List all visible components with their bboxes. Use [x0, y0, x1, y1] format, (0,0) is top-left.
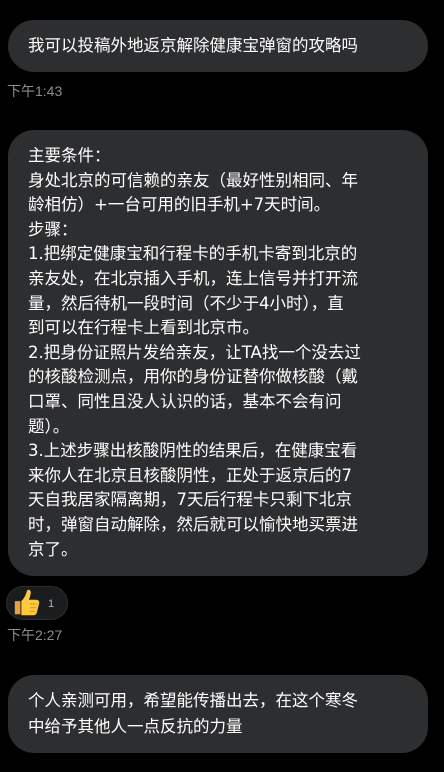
message-bubble-closing[interactable]: 个人亲测可用，希望能传播出去，在这个寒冬 中给予其他人一点反抗的力量 — [8, 675, 428, 753]
message-line: 龄相仿）+一台可用的旧手机+7天时间。 — [28, 195, 331, 215]
message-bubble-question[interactable]: 我可以投稿外地返京解除健康宝弹窗的攻略吗 — [8, 20, 428, 72]
message-line: 量，然后待机一段时间（不少于4小时），直 — [28, 293, 344, 313]
message-line: 1.把绑定健康宝和行程卡的手机卡寄到北京的 — [28, 244, 358, 264]
message-line: 2.把身份证照片发给亲友，让TA找一个没去过 — [28, 342, 361, 362]
message-text: 我可以投稿外地返京解除健康宝弹窗的攻略吗 — [28, 36, 358, 55]
message-line: 3.上述步骤出核酸阴性的结果后，在健康宝看 — [28, 441, 358, 461]
message-line: 题）。 — [28, 416, 70, 436]
message-line: 口罩、同性且没人认识的话，基本不会有问 — [28, 391, 342, 411]
message-line: 的核酸检测点，用你的身份证替你做核酸（戴 — [28, 367, 358, 387]
message-timestamp: 下午2:27 — [7, 627, 63, 643]
message-line: 时，弹窗自动解除，然后就可以愉快地买票进 — [28, 514, 358, 534]
message-line: 主要条件： — [28, 146, 111, 165]
thumbs-up-icon — [14, 589, 40, 616]
message-line: 来你人在北京且核酸阴性，正处于返京后的7 — [28, 465, 352, 485]
message-line: 个人亲测可用，希望能传播出去，在这个寒冬 — [28, 691, 358, 710]
message-bubble-guide[interactable]: 主要条件： 身处北京的可信赖的亲友（最好性别相同、年 龄相仿）+一台可用的旧手机… — [8, 130, 428, 576]
message-line: 步骤： — [28, 219, 78, 239]
message-line: 天自我居家隔离期，7天后行程卡只剩下北京 — [28, 490, 352, 510]
message-line: 中给予其他人一点反抗的力量 — [28, 717, 243, 736]
reaction-badge[interactable]: 1 — [6, 586, 68, 620]
message-line: 亲友处，在北京插入手机，连上信号并打开流 — [28, 268, 358, 288]
message-line: 身处北京的可信赖的亲友（最好性别相同、年 — [28, 170, 358, 190]
message-timestamp: 下午1:43 — [7, 83, 63, 99]
message-line: 京了。 — [28, 539, 78, 559]
message-line: 到可以在行程卡上看到北京市。 — [28, 318, 259, 338]
reaction-count: 1 — [48, 598, 55, 610]
